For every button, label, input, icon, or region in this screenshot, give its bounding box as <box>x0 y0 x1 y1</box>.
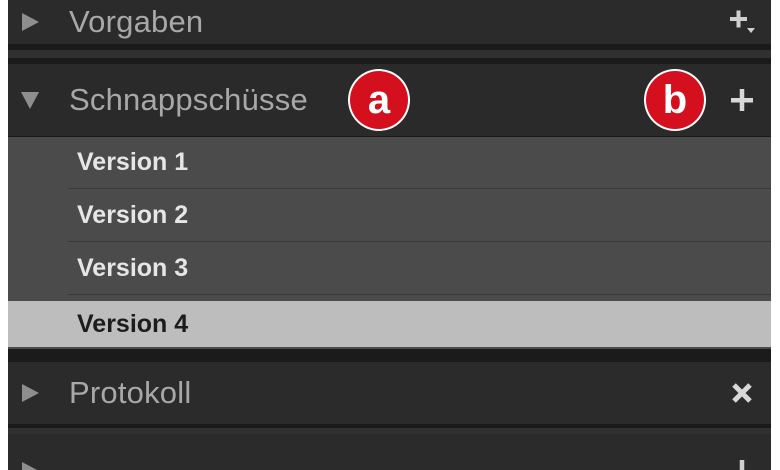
expand-triangle-icon[interactable] <box>19 460 41 470</box>
clear-x-icon[interactable] <box>729 380 755 406</box>
panel-divider <box>8 349 771 362</box>
snapshot-item[interactable]: Version 3 <box>68 243 771 295</box>
collapse-triangle-icon[interactable] <box>19 89 41 111</box>
presets-panel-header[interactable]: Vorgaben <box>8 0 771 44</box>
history-panel-header[interactable]: Protokoll <box>8 362 771 424</box>
snapshot-label: Version 4 <box>77 309 189 338</box>
annotation-badge-b: b <box>646 71 704 129</box>
expand-triangle-icon[interactable] <box>19 382 41 404</box>
snapshot-label: Version 1 <box>77 148 189 176</box>
panel-divider <box>8 50 771 58</box>
snapshot-item[interactable]: Version 1 <box>68 137 771 189</box>
plus-icon[interactable] <box>729 87 755 113</box>
develop-right-panel: Vorgaben Schnappschüsse Version 1 Versio… <box>8 0 771 470</box>
annotation-badge-a: a <box>350 71 408 129</box>
snapshot-label: Version 3 <box>77 254 189 282</box>
plus-icon[interactable] <box>729 458 755 470</box>
add-with-dropdown-icon[interactable] <box>729 9 755 35</box>
expand-triangle-icon[interactable] <box>19 11 41 33</box>
snapshot-label: Version 2 <box>77 201 189 229</box>
snapshot-list: Version 1 Version 2 Version 3 Version 4 <box>8 137 771 349</box>
history-panel-title: Protokoll <box>69 375 192 410</box>
next-panel-header[interactable] <box>8 434 771 470</box>
snapshot-item-selected[interactable]: Version 4 <box>8 301 771 347</box>
snapshot-item[interactable]: Version 2 <box>68 190 771 242</box>
snapshots-panel-title: Schnappschüsse <box>69 82 308 117</box>
presets-panel-title: Vorgaben <box>69 4 204 39</box>
